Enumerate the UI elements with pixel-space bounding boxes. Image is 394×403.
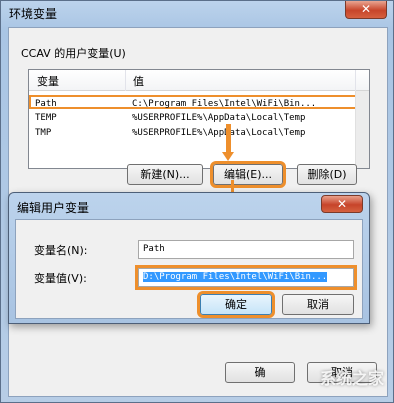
dialog-title: 编辑用户变量 [17,201,90,215]
edit-button[interactable]: 编辑(E)... [210,161,286,188]
cancel-button[interactable]: 取消 [282,294,354,315]
row-name: TMP [35,128,52,138]
window-title: 环境变量 [9,7,58,21]
variable-value-label: 变量值(V): [34,272,87,285]
list-row-temp[interactable]: TEMP %USERPROFILE%\AppData\Local\Temp [29,111,369,125]
user-variables-label: CCAV 的用户变量(U) [21,47,126,60]
ok-button-background[interactable]: 确 [225,362,295,383]
list-row-path[interactable]: Path C:\Program Files\Intel\WiFi\Bin... [29,95,369,109]
annotation-arrow-head [222,152,234,161]
list-header: 变量 值 [29,70,369,91]
column-divider [355,70,356,91]
row-value: %USERPROFILE%\AppData\Local\Temp [132,128,306,138]
variable-name-input[interactable]: Path [138,240,354,259]
dialog-close-button[interactable]: ✕ [321,195,363,213]
ok-button[interactable]: 确定 [197,291,275,318]
row-name: TEMP [35,113,57,123]
user-variables-list[interactable]: 变量 值 Path C:\Program Files\Intel\WiFi\Bi… [28,69,370,169]
delete-button[interactable]: 删除(D) [297,164,357,185]
close-button[interactable]: ✕ [345,1,387,19]
variable-value-input[interactable]: D:\Program Files\Intel\WiFi\Bin... [135,265,357,290]
variable-value-selected-text: D:\Program Files\Intel\WiFi\Bin... [143,272,328,282]
variable-name-label: 变量名(N): [34,244,88,257]
column-variable[interactable]: 变量 [37,73,59,89]
row-value: C:\Program Files\Intel\WiFi\Bin... [132,99,317,109]
column-divider [125,70,126,91]
row-value: %USERPROFILE%\AppData\Local\Temp [132,113,306,123]
edit-user-variable-dialog: 编辑用户变量 ✕ 变量名(N): Path 变量值(V): D:\Program… [8,192,370,324]
annotation-arrow-line [226,124,231,154]
column-value[interactable]: 值 [133,73,144,89]
watermark-logo: 系统之家 [319,369,384,388]
dialog-client: 变量名(N): Path 变量值(V): D:\Program Files\In… [15,219,363,319]
row-name: Path [35,99,57,109]
list-row-tmp[interactable]: TMP %USERPROFILE%\AppData\Local\Temp [29,126,369,140]
new-button[interactable]: 新建(N)... [127,164,203,185]
list-scrollbar[interactable] [355,91,369,168]
